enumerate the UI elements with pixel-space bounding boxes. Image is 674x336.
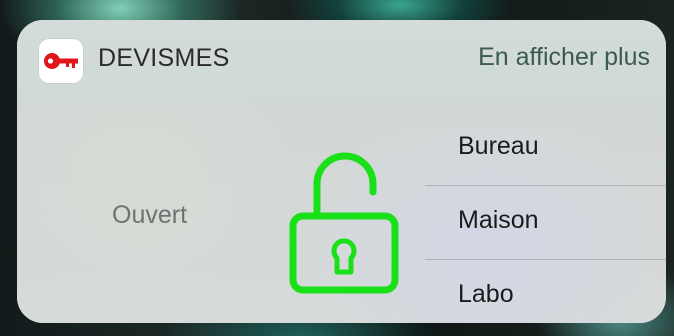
unlocked-padlock-icon[interactable] (287, 144, 409, 294)
door-item-bureau[interactable]: Bureau (425, 112, 666, 186)
show-more-button[interactable]: En afficher plus (478, 43, 650, 72)
lock-status-label: Ouvert (112, 201, 188, 229)
door-item-labo[interactable]: Labo (425, 260, 666, 323)
app-icon[interactable] (39, 39, 83, 83)
today-widget: DEVISMES En afficher plus Ouvert Bureau … (17, 20, 666, 323)
app-name: DEVISMES (98, 44, 230, 72)
door-list: Bureau Maison Labo (425, 112, 666, 323)
key-icon (44, 53, 78, 69)
widget-header: DEVISMES En afficher plus (17, 20, 666, 98)
door-item-maison[interactable]: Maison (425, 186, 666, 260)
